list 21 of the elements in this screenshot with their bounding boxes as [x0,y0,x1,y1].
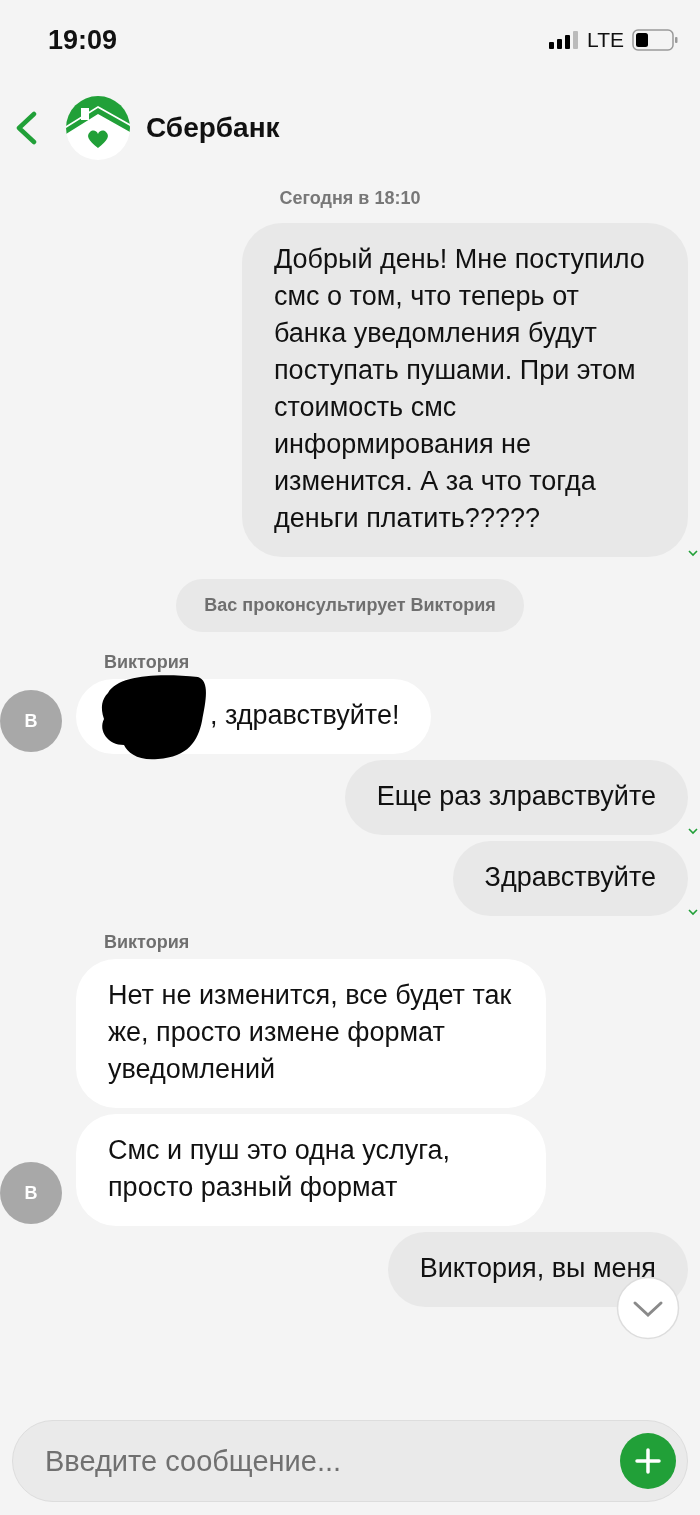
date-label: Сегодня в 18:10 [278,188,422,209]
status-time: 19:09 [48,24,118,56]
sender-name: Виктория [104,932,191,953]
battery-icon [632,29,678,51]
received-message: Смс и пуш это одна услуга, просто разный формат [76,1114,546,1226]
sent-message: Виктория, вы меня [387,1232,688,1307]
sent-message: Еще раз злравствуйте [344,760,688,835]
system-notice: Вас проконсультирует Виктория [176,579,524,632]
chat-title: Сбербанк [146,112,280,144]
avatar: В [0,690,62,752]
sender-name: Виктория [104,652,191,673]
network-label: LTE [587,28,624,52]
signal-icon [549,31,580,49]
received-message: Нет не изменится, все будет так же, просто измене формат уведомлений [76,959,546,1108]
back-icon[interactable] [14,111,38,145]
avatar: В [0,1162,62,1224]
sent-message: Здравствуйте [452,841,688,916]
sent-message: Добрый день! Мне поступило смс о том, что теперь от банка уведомления будут поступать пушами. При этом стоимость смс информирования не изменится. А за что тогда деньги платить????? [242,223,688,557]
message-field[interactable]: Введите сообщение... [12,1420,688,1502]
scroll-down-button[interactable] [616,1276,680,1340]
add-button[interactable] [620,1433,676,1489]
